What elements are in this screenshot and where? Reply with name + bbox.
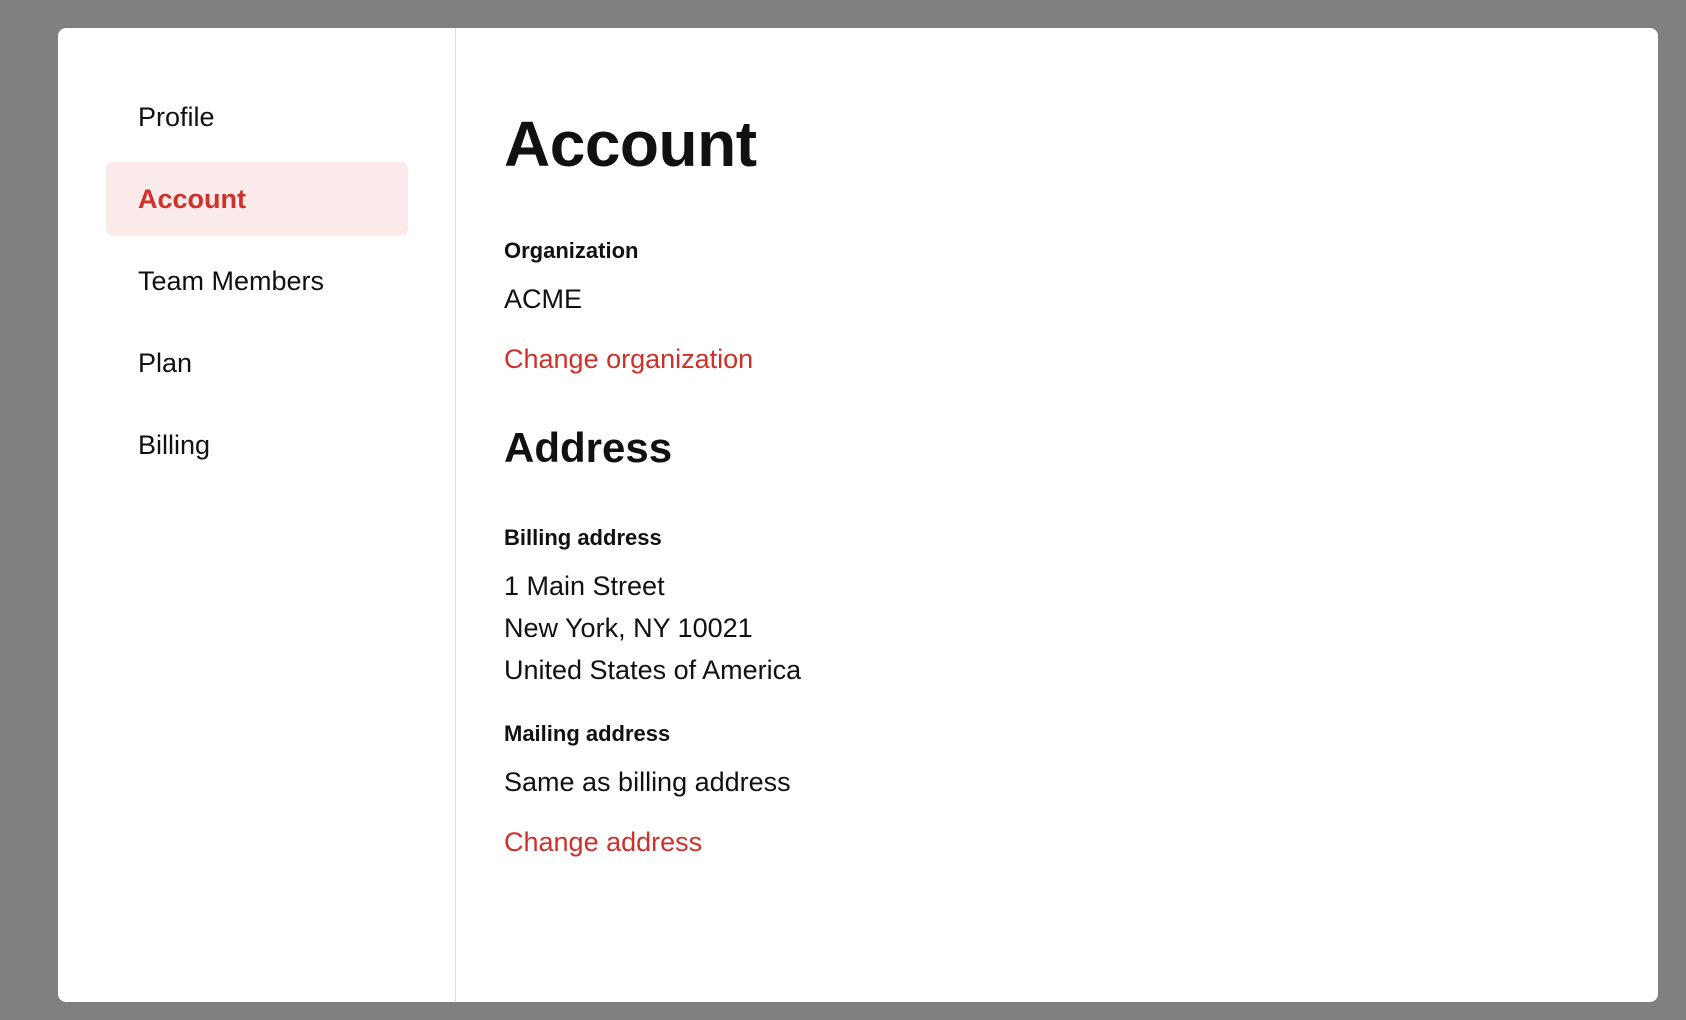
main-content: Account Organization ACME Change organiz… (456, 28, 1658, 1002)
sidebar-item-billing[interactable]: Billing (106, 408, 408, 482)
billing-address-label: Billing address (504, 525, 662, 550)
sidebar-item-team-members[interactable]: Team Members (106, 244, 408, 318)
address-section-title: Address (504, 424, 673, 471)
page-title: Account (504, 108, 757, 180)
organization-label: Organization (504, 238, 639, 263)
billing-address-line: New York, NY 10021 (504, 613, 753, 643)
billing-address-line: 1 Main Street (504, 571, 665, 601)
change-address-link[interactable]: Change address (504, 827, 702, 858)
settings-window: Profile Account Team Members Plan Billin… (58, 28, 1658, 1002)
change-organization-link[interactable]: Change organization (504, 344, 753, 375)
billing-address-line: United States of America (504, 655, 802, 685)
sidebar-item-plan[interactable]: Plan (106, 326, 408, 400)
billing-address-block: 1 Main Street New York, NY 10021 United … (504, 565, 1658, 691)
sidebar-item-account[interactable]: Account (106, 162, 408, 236)
organization-value: ACME (504, 284, 583, 314)
mailing-address-value: Same as billing address (504, 767, 791, 797)
sidebar-nav: Profile Account Team Members Plan Billin… (58, 28, 456, 1002)
sidebar-item-profile[interactable]: Profile (106, 80, 408, 154)
mailing-address-label: Mailing address (504, 721, 671, 746)
